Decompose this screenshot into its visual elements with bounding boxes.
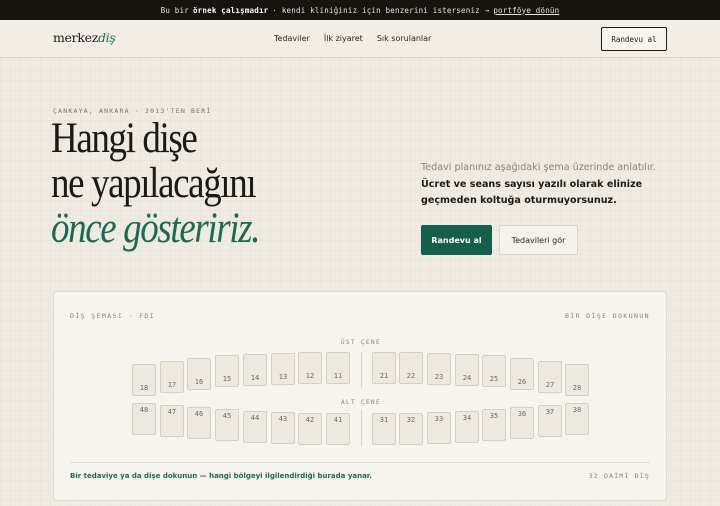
upper-tooth-13[interactable]: 13 [271,353,295,385]
lower-tooth-38[interactable]: 38 [565,403,589,435]
lower-tooth-46[interactable]: 46 [187,407,211,439]
lower-tooth-32[interactable]: 32 [399,413,423,445]
upper-tooth-28[interactable]: 28 [565,364,589,396]
upper-tooth-17[interactable]: 17 [160,361,184,393]
logo-accent: diş [97,30,116,45]
lower-tooth-47[interactable]: 47 [160,405,184,437]
upper-tooth-12[interactable]: 12 [298,352,322,384]
lower-midline [361,410,362,446]
lower-tooth-43[interactable]: 43 [271,412,295,444]
lower-tooth-35[interactable]: 35 [482,409,506,441]
chart-hint: BİR DİŞE DOKUNUN [564,312,650,320]
nav-link-treatments[interactable]: Tedaviler [274,34,310,43]
portfolio-link[interactable]: portföye dönün [493,6,559,15]
upper-tooth-21[interactable]: 21 [372,352,396,384]
card-divider [70,462,650,463]
upper-tooth-25[interactable]: 25 [482,355,506,387]
lower-tooth-44[interactable]: 44 [243,411,267,443]
upper-midline [361,352,362,388]
upper-tooth-22[interactable]: 22 [399,352,423,384]
view-treatments-button[interactable]: Tedavileri gör [499,225,578,255]
tooth-chart-card: DİŞ ŞEMASI · FDI BİR DİŞE DOKUNUN ÜST ÇE… [53,291,667,501]
upper-tooth-16[interactable]: 16 [187,358,211,390]
tooth-count: 32 DAİMİ DİŞ [588,472,650,480]
upper-tooth-26[interactable]: 26 [510,358,534,390]
upper-jaw-label: ÜST ÇENE [340,339,382,346]
upper-tooth-24[interactable]: 24 [455,354,479,386]
upper-tooth-27[interactable]: 27 [538,361,562,393]
hero-appointment-button[interactable]: Randevu al [421,225,492,255]
upper-tooth-14[interactable]: 14 [243,354,267,386]
lower-tooth-42[interactable]: 42 [298,413,322,445]
upper-tooth-11[interactable]: 11 [326,352,350,384]
hero-subtext: Tedavi planınız aşağıdaki şema üzerinde … [421,160,671,210]
headline-line-1: Hangi dişe [51,115,198,162]
lower-tooth-41[interactable]: 41 [326,413,350,445]
hero-subtext-muted: Tedavi planınız aşağıdaki şema üzerinde … [421,162,656,173]
lower-tooth-37[interactable]: 37 [538,405,562,437]
nav-link-faq[interactable]: Sık sorulanlar [377,34,432,43]
top-nav: merkezdiş Tedaviler İlk ziyaret Sık soru… [0,20,720,58]
lower-tooth-33[interactable]: 33 [427,412,451,444]
hero-eyebrow: ÇANKAYA, ANKARA · 2013'TEN BERİ [53,107,212,115]
nav-link-first-visit[interactable]: İlk ziyaret [324,34,363,43]
chart-footer-hint: Bir tedaviye ya da dişe dokunun — hangi … [70,472,372,480]
upper-tooth-23[interactable]: 23 [427,353,451,385]
headline-line-2: ne yapılacağını [51,160,257,207]
hero-subtext-strong: Ücret ve seans sayısı yazılı olarak elin… [421,178,643,207]
nav-links: Tedaviler İlk ziyaret Sık sorulanlar [274,34,431,43]
lower-tooth-34[interactable]: 34 [455,411,479,443]
lower-jaw-label: ALT ÇENE [340,399,382,406]
logo-main: merkez [53,30,98,45]
banner-prefix: Bu bir [160,5,189,15]
banner-middle: · kendi kliniğiniz için benzerini isters… [272,5,490,15]
nav-appointment-button[interactable]: Randevu al [601,27,667,51]
lower-tooth-31[interactable]: 31 [372,413,396,445]
hero-headline: Hangi dişe ne yapılacağını önce gösterir… [51,115,260,252]
banner-bold: örnek çalışmadır [192,5,269,15]
lower-tooth-48[interactable]: 48 [132,403,156,435]
upper-tooth-18[interactable]: 18 [132,364,156,396]
headline-line-3: önce gösteririz. [51,205,260,252]
lower-tooth-36[interactable]: 36 [510,407,534,439]
upper-tooth-15[interactable]: 15 [215,355,239,387]
logo[interactable]: merkezdiş [53,30,116,45]
demo-banner: Bu bir örnek çalışmadır · kendi kliniğin… [0,0,720,20]
lower-tooth-45[interactable]: 45 [215,409,239,441]
chart-title: DİŞ ŞEMASI · FDI [70,312,156,320]
